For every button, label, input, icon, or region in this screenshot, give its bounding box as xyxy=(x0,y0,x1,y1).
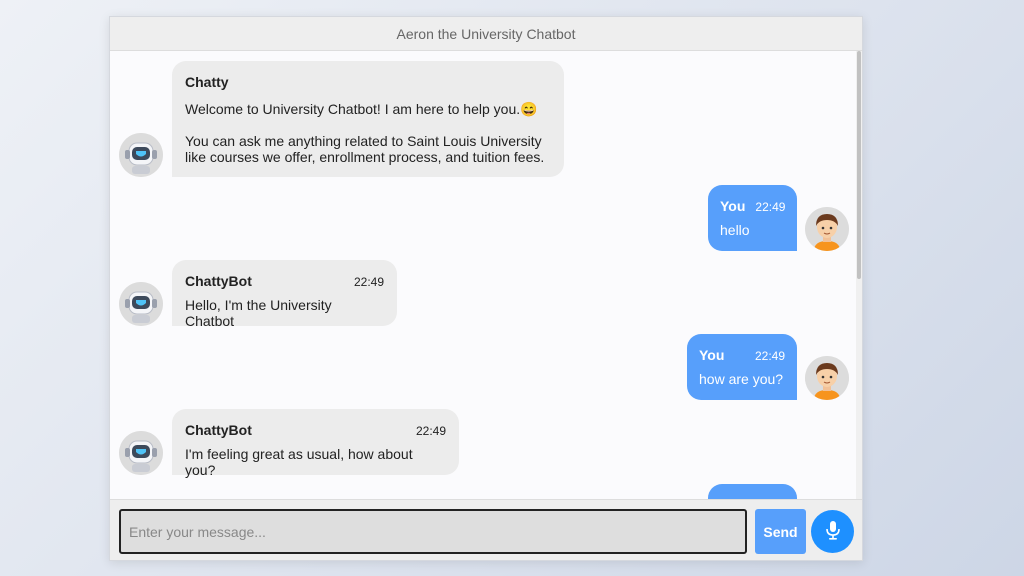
message-text: Welcome to University Chatbot! I am here… xyxy=(185,101,521,117)
scrollbar-thumb[interactable] xyxy=(857,51,861,279)
message-text: hello xyxy=(720,222,750,238)
message-sender: You xyxy=(699,347,725,363)
bot-avatar-icon xyxy=(119,431,163,475)
chat-message-user-partial xyxy=(708,484,797,499)
messages-scrollbar[interactable] xyxy=(856,51,862,499)
message-sender: You xyxy=(720,198,746,214)
message-text: Hello, I'm the University Chatbot xyxy=(185,297,332,329)
message-text: how are you? xyxy=(699,371,784,387)
send-button[interactable]: Send xyxy=(755,509,806,554)
message-time: 22:49 xyxy=(754,349,785,363)
user-avatar-icon xyxy=(805,207,849,251)
chat-title: Aeron the University Chatbot xyxy=(396,25,576,42)
chat-message-user: You 22:49 how are you? xyxy=(687,334,797,400)
grinning-emoji-icon: 😄 xyxy=(520,101,538,117)
microphone-icon xyxy=(824,520,842,543)
message-sender: ChattyBot xyxy=(185,273,252,289)
message-sender: Chatty xyxy=(185,74,229,90)
message-time: 22:49 xyxy=(353,275,384,289)
user-avatar-icon xyxy=(805,356,849,400)
bot-avatar-icon xyxy=(119,133,163,177)
microphone-button[interactable] xyxy=(811,510,854,553)
bot-avatar-icon xyxy=(119,282,163,326)
message-text: like courses we offer, enrollment proces… xyxy=(185,149,545,165)
message-time: 22:49 xyxy=(415,424,446,438)
messages-area[interactable]: Chatty Welcome to University Chatbot! I … xyxy=(110,51,862,499)
chat-message-bot: ChattyBot 22:49 I'm feeling great as usua… xyxy=(172,409,459,478)
message-sender: ChattyBot xyxy=(185,422,252,438)
message-text: You can ask me anything related to Saint… xyxy=(185,133,542,149)
chat-window: Aeron the University Chatbot Chatty Welc… xyxy=(109,16,863,561)
message-input[interactable] xyxy=(119,509,747,554)
chat-message-user: You 22:49 hello xyxy=(708,185,797,251)
chat-message-bot: Chatty Welcome to University Chatbot! I … xyxy=(172,61,564,177)
message-time: 22:49 xyxy=(755,200,786,214)
message-input-area: Send xyxy=(110,499,862,560)
message-text: I'm feeling great as usual, how about yo… xyxy=(185,446,413,478)
chat-message-bot: ChattyBot 22:49 Hello, I'm the University… xyxy=(172,260,397,329)
chat-header: Aeron the University Chatbot xyxy=(110,17,862,51)
